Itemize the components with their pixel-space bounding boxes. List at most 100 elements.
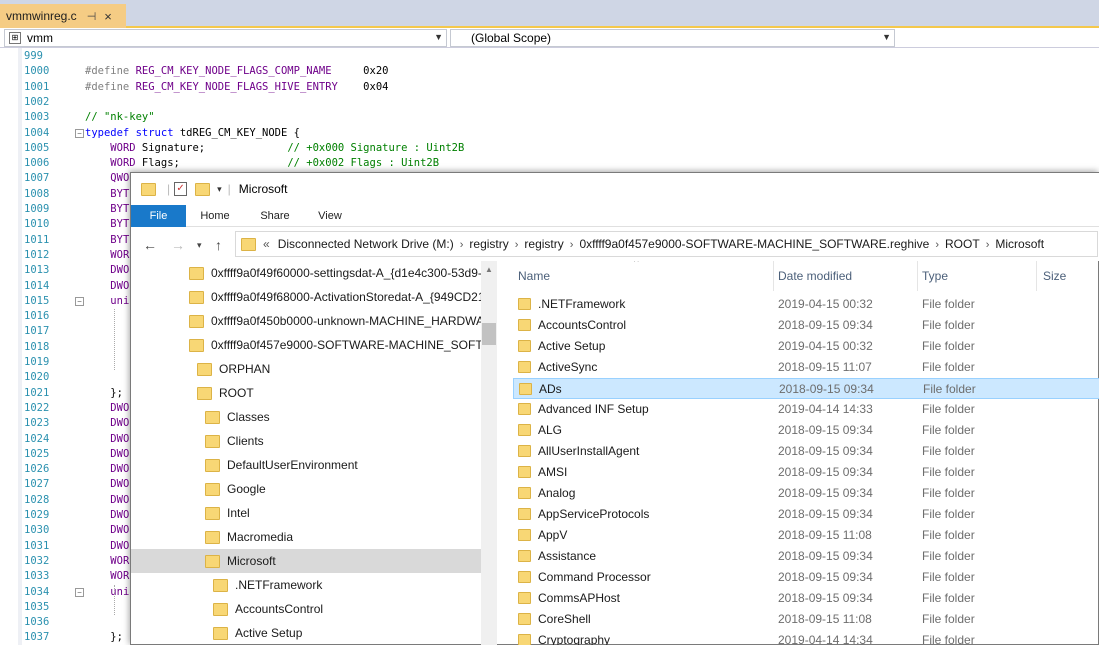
column-header-size[interactable]: Size [1043, 261, 1098, 291]
tree-item-label: ROOT [219, 386, 254, 400]
tree-item[interactable]: 0xffff9a0f457e9000-SOFTWARE-MACHINE_SOFT… [189, 333, 481, 357]
file-date-modified: 2018-09-15 09:34 [778, 318, 873, 332]
file-date-modified: 2018-09-15 09:34 [778, 507, 873, 521]
collapse-region-icon[interactable]: − [75, 587, 84, 597]
address-overflow-icon[interactable]: « [263, 237, 270, 251]
column-header-date[interactable]: Date modified [778, 261, 908, 291]
breadcrumb-segment[interactable]: registry [524, 237, 563, 251]
code-line: DWO [110, 417, 130, 430]
collapse-region-icon[interactable]: − [75, 296, 84, 306]
tree-item[interactable]: .NETFramework [213, 573, 322, 597]
file-list-row[interactable]: AppV 2018-09-15 11:08 File folder [513, 525, 1099, 546]
folder-icon [518, 571, 531, 583]
line-number: 1016 [24, 310, 50, 323]
tab-view[interactable]: View [309, 205, 351, 227]
file-name: AMSI [538, 465, 568, 479]
file-list-row[interactable]: Analog 2018-09-15 09:34 File folder [513, 483, 1099, 504]
file-type: File folder [922, 423, 975, 437]
breadcrumb-segment[interactable]: 0xffff9a0f457e9000-SOFTWARE-MACHINE_SOFT… [579, 237, 929, 251]
editor-tab-vmmwinreg[interactable]: vmmwinreg.c ⊣ × [0, 4, 126, 28]
close-icon[interactable]: × [104, 9, 112, 24]
tree-item[interactable]: Microsoft [131, 549, 481, 573]
code-line: }; [85, 631, 123, 644]
line-number: 1018 [24, 340, 50, 353]
breadcrumb-segment[interactable]: registry [469, 237, 508, 251]
tree-item[interactable]: 0xffff9a0f49f68000-ActivationStoredat-A_… [189, 285, 481, 309]
file-list-row[interactable]: AppServiceProtocols 2018-09-15 09:34 File … [513, 504, 1099, 525]
recent-locations-chevron-icon[interactable]: ▾ [197, 240, 202, 251]
folder-icon [205, 554, 220, 568]
customize-quick-access-icon[interactable]: ▾ [217, 184, 222, 195]
collapse-region-icon[interactable]: − [75, 128, 84, 138]
checkmark-properties-icon[interactable]: ✓ [174, 182, 188, 196]
breadcrumb-segment[interactable]: ROOT [945, 237, 980, 251]
file-date-modified: 2018-09-15 09:34 [778, 549, 873, 563]
line-number: 1000 [24, 65, 50, 78]
folder-icon [189, 338, 204, 352]
breadcrumb-separator-icon[interactable]: › [935, 239, 939, 251]
scroll-up-icon[interactable]: ▲ [485, 265, 493, 274]
editor-navigation-bar: ⊞ vmm ▼ (Global Scope) ▼ [0, 28, 1099, 48]
address-bar[interactable]: « Disconnected Network Drive (M:) › regist… [235, 231, 1098, 257]
file-list-row[interactable]: ADs 2018-09-15 09:34 File folder [513, 378, 1099, 399]
file-list-row[interactable]: Active Setup 2019-04-15 00:32 File folder [513, 336, 1099, 357]
file-list-row[interactable]: AllUserInstallAgent 2018-09-15 09:34 File … [513, 441, 1099, 462]
forward-arrow-icon[interactable]: → [171, 237, 185, 253]
tree-item[interactable]: AccountsControl [213, 597, 323, 621]
file-list-row[interactable]: .NETFramework 2019-04-15 00:32 File folder [513, 294, 1099, 315]
tree-item[interactable]: ROOT [197, 381, 254, 405]
code-line: BYT [110, 203, 130, 215]
file-list-row[interactable]: AMSI 2018-09-15 09:34 File folder [513, 462, 1099, 483]
tab-file[interactable]: File [131, 205, 186, 227]
tab-share[interactable]: Share [253, 205, 297, 227]
file-list-row[interactable]: ActiveSync 2018-09-15 11:07 File folder [513, 357, 1099, 378]
code-line: #define REG_CM_KEY_NODE_FLAGS_HIVE_ENTRY… [85, 80, 389, 93]
up-arrow-icon[interactable]: ↑ [215, 237, 222, 253]
line-number: 1021 [24, 386, 50, 399]
code-line: DWO [110, 463, 130, 476]
line-number: 1022 [24, 401, 50, 414]
file-list-row[interactable]: CommsAPHost 2018-09-15 09:34 File folder [513, 588, 1099, 609]
line-number: 1031 [24, 539, 50, 552]
tree-item[interactable]: Macromedia [205, 525, 293, 549]
column-header-type[interactable]: Type [922, 261, 1032, 291]
code-line: uni [110, 585, 130, 598]
global-scope-dropdown[interactable]: (Global Scope) ▼ [450, 29, 895, 47]
tree-item[interactable]: Active Setup [213, 621, 302, 645]
project-scope-value: vmm [27, 31, 53, 45]
file-explorer-window: | ✓ ▾ | Microsoft File Home Share View ←… [130, 172, 1099, 645]
file-list-row[interactable]: Advanced INF Setup 2019-04-14 14:33 File f… [513, 399, 1099, 420]
breadcrumb-separator-icon[interactable]: › [986, 239, 990, 251]
line-number: 1034 [24, 585, 50, 598]
navigation-pane-scrollbar[interactable]: ▲ [481, 261, 497, 645]
tree-item[interactable]: Intel [205, 501, 250, 525]
tree-item[interactable]: Classes [205, 405, 270, 429]
breadcrumb-segment[interactable]: Disconnected Network Drive (M:) [278, 237, 454, 251]
folder-icon [518, 445, 531, 457]
breadcrumb-separator-icon[interactable]: › [570, 239, 574, 251]
back-arrow-icon[interactable]: ← [143, 237, 157, 253]
file-list-row[interactable]: Assistance 2018-09-15 09:34 File folder [513, 546, 1099, 567]
tree-item[interactable]: Clients [205, 429, 264, 453]
folder-icon [213, 626, 228, 640]
file-list-row[interactable]: AccountsControl 2018-09-15 09:34 File fold… [513, 315, 1099, 336]
file-name: Advanced INF Setup [538, 402, 649, 416]
file-list-row[interactable]: CoreShell 2018-09-15 11:08 File folder [513, 609, 1099, 630]
file-list-row[interactable]: ALG 2018-09-15 09:34 File folder [513, 420, 1099, 441]
file-list-row[interactable]: Command Processor 2018-09-15 09:34 File fo… [513, 567, 1099, 588]
tree-item[interactable]: 0xffff9a0f49f60000-settingsdat-A_{d1e4c3… [189, 261, 481, 285]
scrollbar-thumb[interactable] [482, 323, 496, 345]
project-scope-dropdown[interactable]: ⊞ vmm ▼ [4, 29, 447, 47]
breadcrumb-separator-icon[interactable]: › [460, 239, 464, 251]
breadcrumb-separator-icon[interactable]: › [515, 239, 519, 251]
tree-item-label: .NETFramework [235, 578, 323, 592]
tree-item[interactable]: 0xffff9a0f450b0000-unknown-MACHINE_HARDW… [189, 309, 481, 333]
tree-item[interactable]: ORPHAN [197, 357, 270, 381]
tab-home[interactable]: Home [193, 205, 237, 227]
breadcrumb-segment[interactable]: Microsoft [995, 237, 1044, 251]
tree-item[interactable]: Google [205, 477, 266, 501]
new-folder-icon[interactable] [195, 182, 211, 196]
file-list-row[interactable]: Cryptography 2019-04-14 14:34 File folder [513, 630, 1099, 645]
tree-item[interactable]: DefaultUserEnvironment [205, 453, 358, 477]
pin-icon[interactable]: ⊣ [87, 10, 97, 23]
